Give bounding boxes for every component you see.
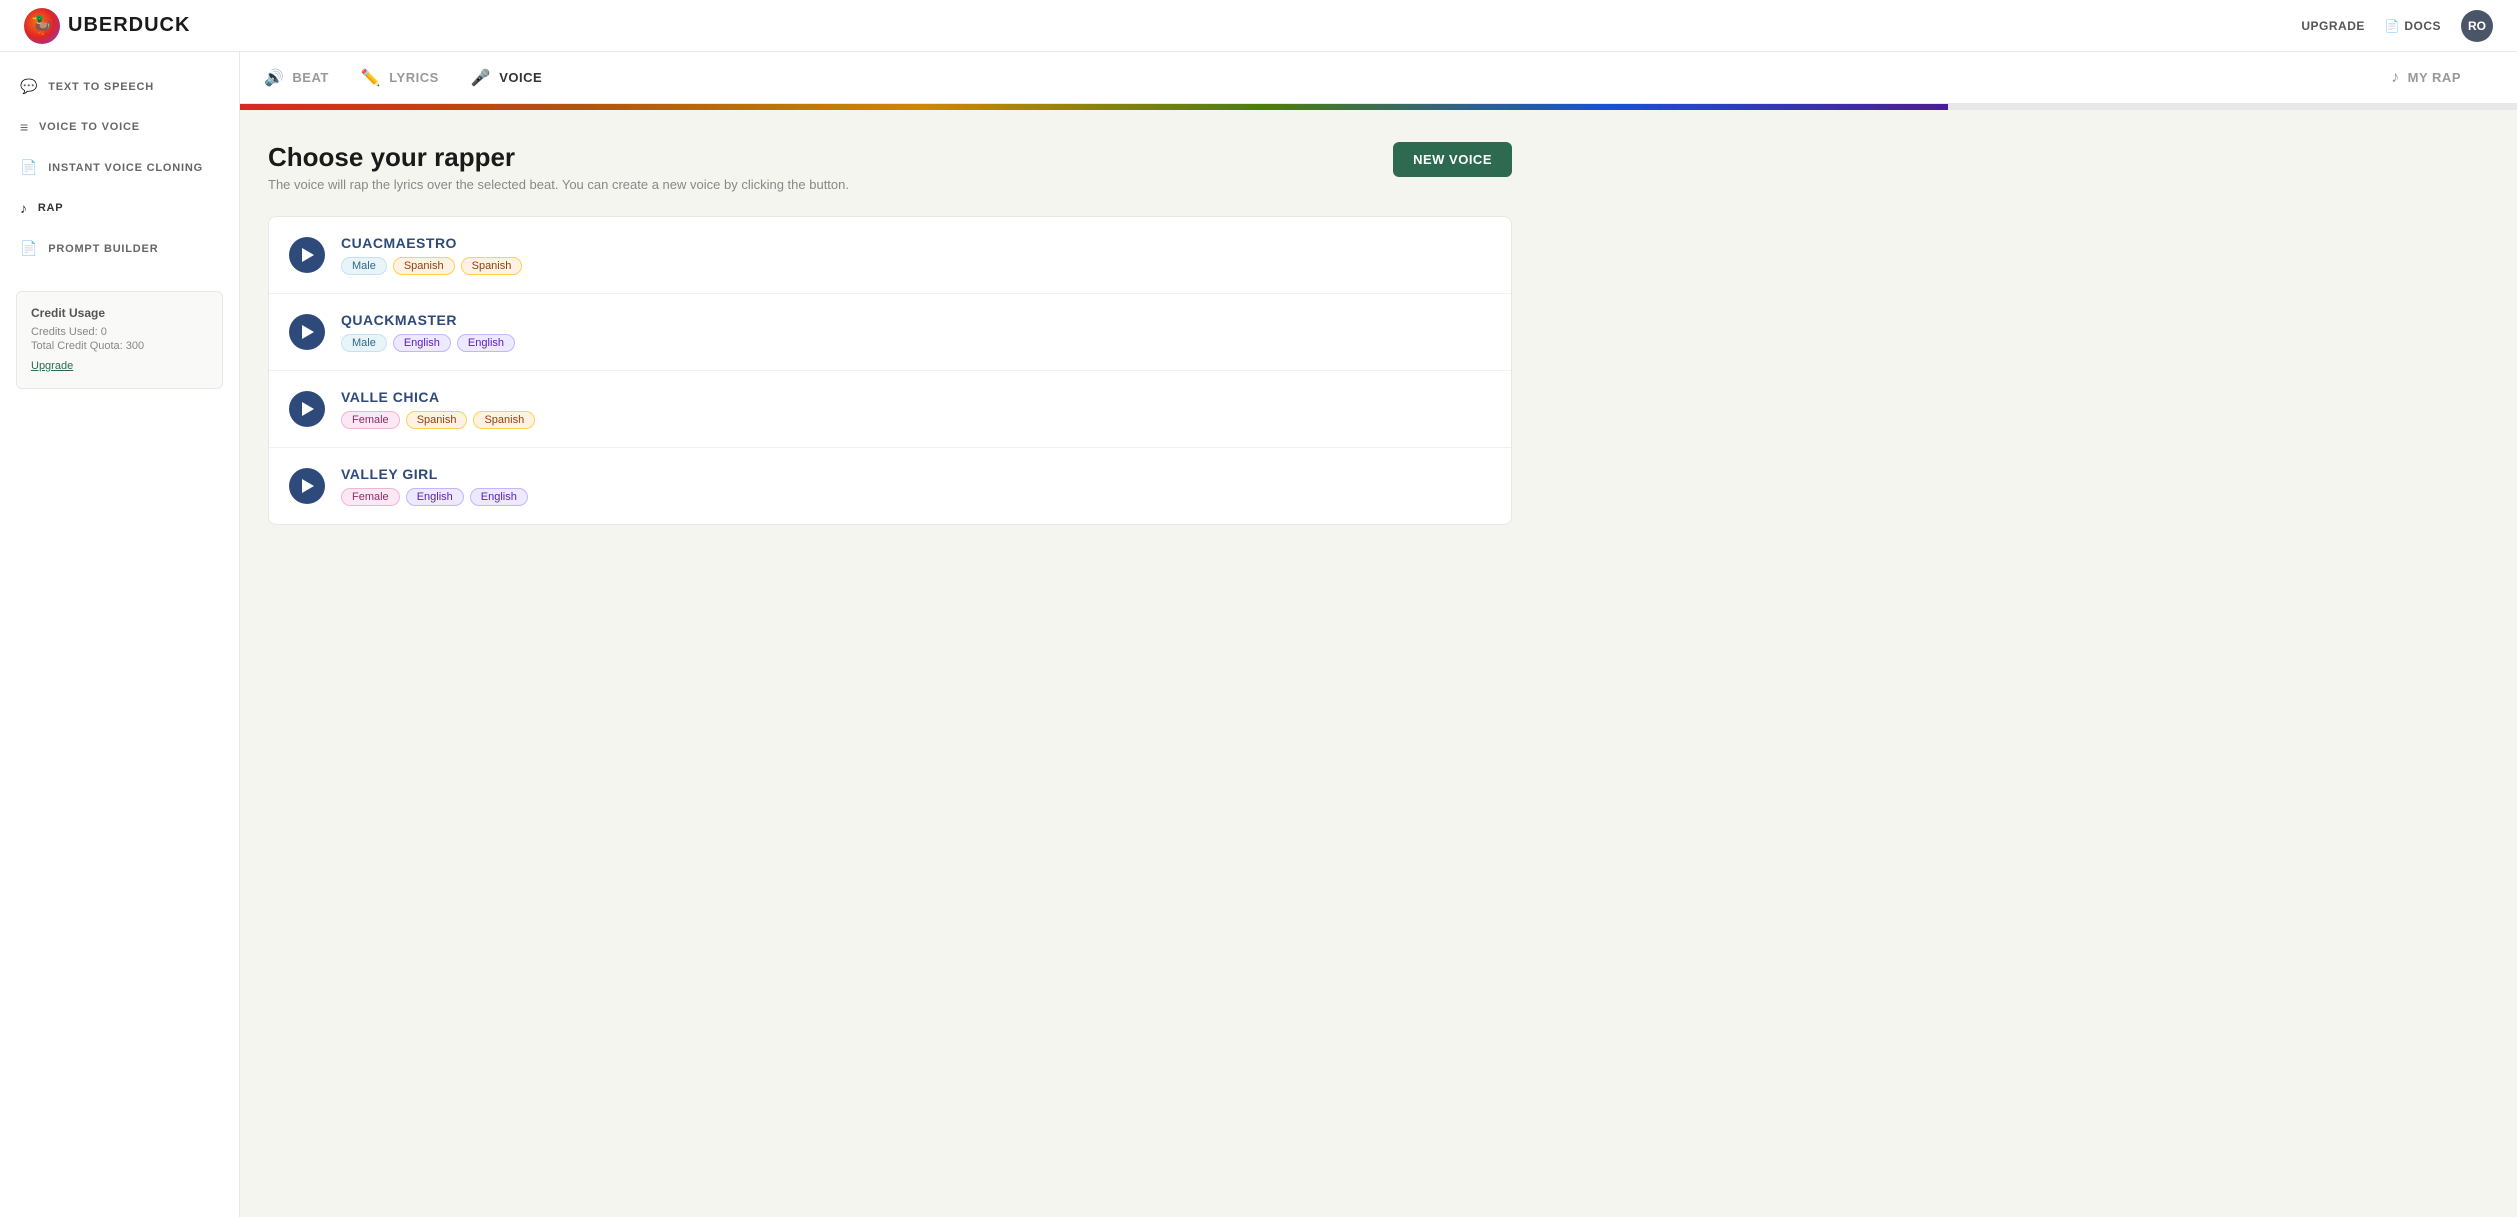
chat-icon: 💬: [20, 78, 38, 95]
upgrade-link[interactable]: UPGRADE: [2301, 19, 2365, 33]
tag-spanish-2: Spanish: [461, 257, 523, 275]
tag-female: Female: [341, 488, 400, 506]
tag-english-1: English: [393, 334, 451, 352]
topnav-right: UPGRADE 📄 DOCS RO: [2301, 10, 2493, 42]
section-header-text: Choose your rapper The voice will rap th…: [268, 142, 849, 192]
voice-tags-cuacmaestro: Male Spanish Spanish: [341, 257, 1491, 275]
content-area: Choose your rapper The voice will rap th…: [240, 110, 1540, 557]
docs-link[interactable]: 📄 DOCS: [2385, 19, 2441, 33]
document-icon: 📄: [20, 159, 38, 176]
tag-english-2: English: [470, 488, 528, 506]
play-button-valley-girl[interactable]: [289, 468, 325, 504]
sidebar-item-text-to-speech[interactable]: 💬 TEXT TO SPEECH: [0, 68, 239, 105]
voice-info-quackmaster: QUACKMASTER Male English English: [341, 312, 1491, 352]
voice-tags-valle-chica: Female Spanish Spanish: [341, 411, 1491, 429]
lyrics-icon: ✏️: [361, 68, 381, 88]
logo-text: UBERDUCK: [68, 14, 190, 37]
tag-spanish-1: Spanish: [393, 257, 455, 275]
my-rap-icon: ♪: [2391, 69, 2400, 87]
progress-fill: [240, 104, 1948, 110]
voice-info-cuacmaestro: CUACMAESTRO Male Spanish Spanish: [341, 235, 1491, 275]
tag-spanish-2: Spanish: [473, 411, 535, 429]
credit-usage-box: Credit Usage Credits Used: 0 Total Credi…: [16, 291, 223, 389]
new-voice-button[interactable]: NEW VOICE: [1393, 142, 1512, 177]
logo-area: 🦆 UBERDUCK: [24, 8, 190, 44]
sidebar-item-prompt-builder[interactable]: 📄 PROMPT BUILDER: [0, 230, 239, 267]
credit-usage-title: Credit Usage: [31, 306, 208, 320]
tag-male: Male: [341, 257, 387, 275]
sidebar-item-rap[interactable]: ♪ RAP: [0, 190, 239, 226]
voice-row-valle-chica: VALLE CHICA Female Spanish Spanish: [269, 371, 1511, 448]
sidebar-item-voice-to-voice[interactable]: ≡ VOICE TO VOICE: [0, 109, 239, 145]
tag-female: Female: [341, 411, 400, 429]
layout: 💬 TEXT TO SPEECH ≡ VOICE TO VOICE 📄 INST…: [0, 52, 2517, 1217]
sidebar: 💬 TEXT TO SPEECH ≡ VOICE TO VOICE 📄 INST…: [0, 52, 240, 1217]
tag-english-1: English: [406, 488, 464, 506]
tag-english-2: English: [457, 334, 515, 352]
avatar[interactable]: RO: [2461, 10, 2493, 42]
music-icon: ♪: [20, 200, 28, 216]
voice-name-quackmaster: QUACKMASTER: [341, 312, 1491, 328]
voice-tags-valley-girl: Female English English: [341, 488, 1491, 506]
voice-tags-quackmaster: Male English English: [341, 334, 1491, 352]
voice-info-valley-girl: VALLEY GIRL Female English English: [341, 466, 1491, 506]
voice-name-cuacmaestro: CUACMAESTRO: [341, 235, 1491, 251]
total-quota: Total Credit Quota: 300: [31, 340, 208, 352]
tag-male: Male: [341, 334, 387, 352]
topnav: 🦆 UBERDUCK UPGRADE 📄 DOCS RO: [0, 0, 2517, 52]
section-header: Choose your rapper The voice will rap th…: [268, 142, 1512, 192]
section-subtitle: The voice will rap the lyrics over the s…: [268, 177, 849, 192]
step-lyrics[interactable]: ✏️ LYRICS: [361, 68, 471, 88]
beat-icon: 🔊: [264, 68, 284, 88]
prompt-icon: 📄: [20, 240, 38, 257]
voice-row-cuacmaestro: CUACMAESTRO Male Spanish Spanish: [269, 217, 1511, 294]
play-button-valle-chica[interactable]: [289, 391, 325, 427]
steps-bar: 🔊 BEAT ✏️ LYRICS 🎤 VOICE ♪ MY RAP: [240, 52, 2517, 104]
progress-bar: [240, 104, 2517, 110]
play-button-quackmaster[interactable]: [289, 314, 325, 350]
voice-info-valle-chica: VALLE CHICA Female Spanish Spanish: [341, 389, 1491, 429]
voice-list: CUACMAESTRO Male Spanish Spanish QUACKMA…: [268, 216, 1512, 525]
step-voice[interactable]: 🎤 VOICE: [471, 68, 574, 88]
logo-icon: 🦆: [24, 8, 60, 44]
section-title: Choose your rapper: [268, 142, 849, 173]
voice-row-quackmaster: QUACKMASTER Male English English: [269, 294, 1511, 371]
tag-spanish-1: Spanish: [406, 411, 468, 429]
step-beat[interactable]: 🔊 BEAT: [264, 68, 361, 88]
voice-icon: 🎤: [471, 68, 491, 88]
voice-row-valley-girl: VALLEY GIRL Female English English: [269, 448, 1511, 524]
main-content: 🔊 BEAT ✏️ LYRICS 🎤 VOICE ♪ MY RAP: [240, 52, 2517, 1217]
step-my-rap[interactable]: ♪ MY RAP: [2391, 69, 2493, 87]
credit-upgrade-link[interactable]: Upgrade: [31, 360, 73, 372]
play-button-cuacmaestro[interactable]: [289, 237, 325, 273]
docs-icon: 📄: [2385, 19, 2400, 33]
credits-used: Credits Used: 0: [31, 326, 208, 338]
sidebar-item-instant-voice-cloning[interactable]: 📄 INSTANT VOICE CLONING: [0, 149, 239, 186]
voice-name-valley-girl: VALLEY GIRL: [341, 466, 1491, 482]
voice-name-valle-chica: VALLE CHICA: [341, 389, 1491, 405]
menu-icon: ≡: [20, 119, 29, 135]
